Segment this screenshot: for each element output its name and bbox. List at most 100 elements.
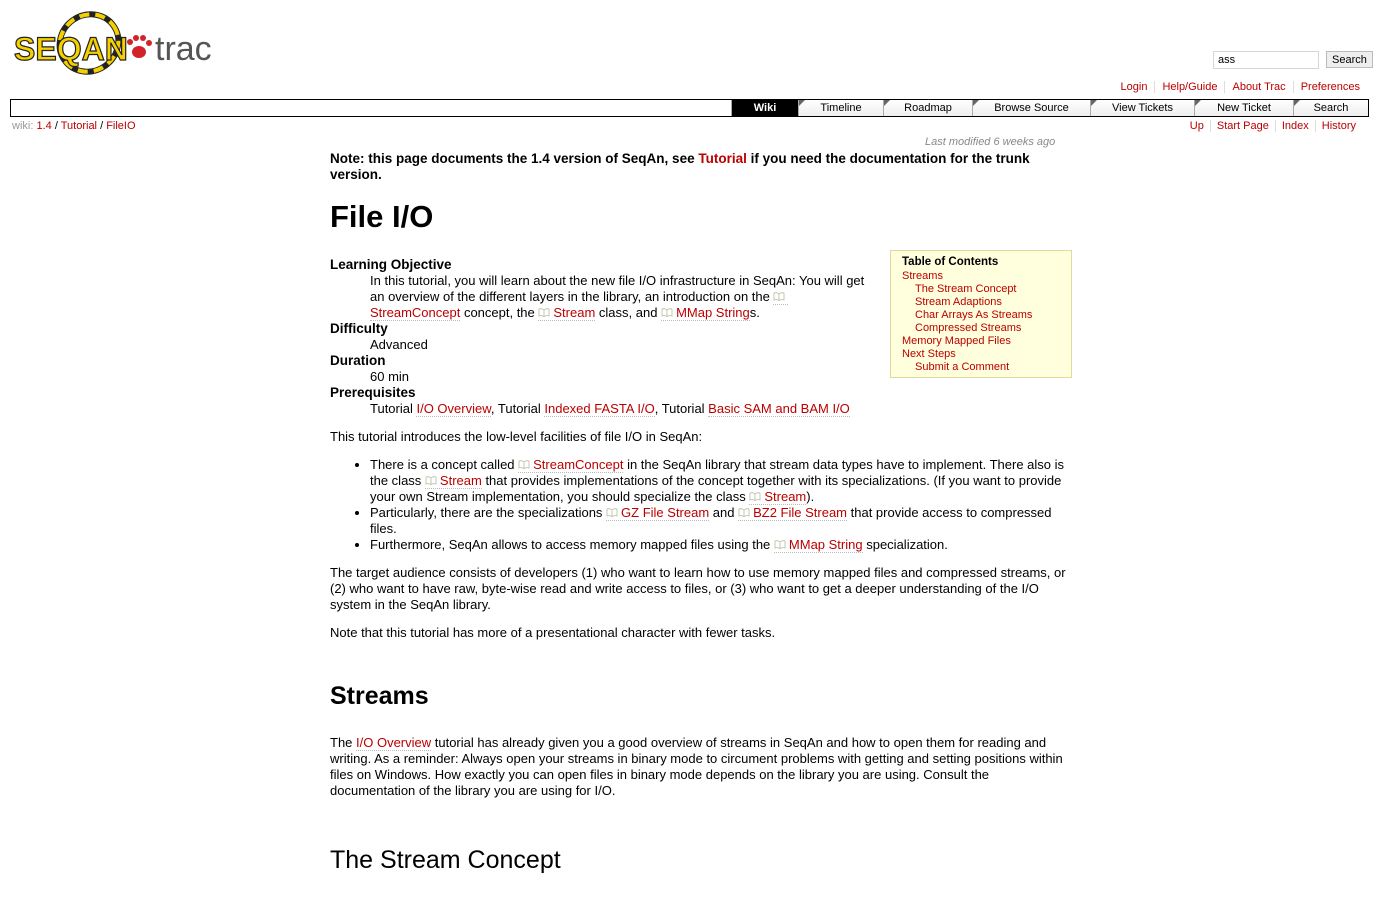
stream-link[interactable]: Stream: [749, 489, 807, 505]
breadcrumb: wiki: 1.4 / Tutorial / FileIO: [12, 120, 136, 132]
prerequisites-value: Tutorial I/O Overview, Tutorial Indexed …: [370, 401, 1070, 417]
text: specialization.: [862, 537, 948, 552]
last-modified: Last modified 6 weeks ago: [925, 136, 1056, 148]
text: s.: [749, 305, 760, 320]
tab-wiki[interactable]: Wiki: [731, 100, 798, 116]
about-trac-link[interactable]: About Trac: [1224, 81, 1292, 93]
link-text: GZ File Stream: [621, 505, 710, 520]
link-text: Stream: [553, 305, 596, 320]
tab-label: Wiki: [753, 102, 777, 114]
version-note: Note: this page documents the 1.4 versio…: [330, 151, 1070, 183]
search-input[interactable]: [1213, 51, 1319, 69]
preferences-link[interactable]: Preferences: [1292, 81, 1367, 93]
tab-browse-source[interactable]: Browse Source: [972, 100, 1090, 116]
tab-label: Search: [1313, 102, 1349, 114]
text: tutorial has already given you a good ov…: [330, 735, 1063, 798]
note-text: Note: this page documents the 1.4 versio…: [330, 151, 699, 166]
link-text: MMap String: [676, 305, 750, 320]
logo-text-seqan: SEQAN: [14, 31, 128, 67]
book-icon: [661, 308, 673, 317]
stream-concept-heading: The Stream Concept: [330, 846, 561, 874]
book-icon: [774, 292, 785, 301]
difficulty-label: Difficulty: [330, 321, 388, 336]
io-overview-link[interactable]: I/O Overview: [356, 735, 432, 751]
text: There is a concept called: [370, 457, 519, 472]
tutorial-link[interactable]: Tutorial: [698, 151, 747, 166]
tab-roadmap[interactable]: Roadmap: [883, 100, 972, 116]
tab-view-tickets[interactable]: View Tickets: [1090, 100, 1194, 116]
duration-value: 60 min: [370, 369, 410, 384]
stream-link[interactable]: Stream: [424, 473, 482, 489]
stream-concept-link[interactable]: StreamConcept: [518, 457, 624, 473]
seqan-trac-logo[interactable]: SEQAN trac: [14, 8, 229, 92]
link-text: Stream: [764, 489, 807, 504]
tab-timeline[interactable]: Timeline: [798, 100, 883, 116]
io-overview-link[interactable]: I/O Overview: [416, 401, 491, 417]
list-item: Particularly, there are the specializati…: [370, 505, 1070, 537]
difficulty-value: Advanced: [370, 337, 428, 352]
objective-text: In this tutorial, you will learn about t…: [370, 273, 870, 321]
main-nav: Wiki Timeline Roadmap Browse Source View…: [10, 99, 1369, 117]
breadcrumb-item-fileio[interactable]: FileIO: [106, 120, 135, 132]
meta-nav: Login Help/Guide About Trac Preferences: [1114, 81, 1367, 93]
history-link[interactable]: History: [1314, 120, 1362, 132]
link-text: StreamConcept: [533, 457, 624, 472]
paw-icon: [127, 35, 152, 58]
breadcrumb-separator: /: [100, 120, 104, 132]
streams-paragraph: The I/O Overview tutorial has already gi…: [330, 735, 1070, 799]
tab-label: New Ticket: [1217, 102, 1271, 114]
tab-label: View Tickets: [1112, 102, 1173, 114]
list-item: There is a concept called StreamConcept …: [370, 457, 1070, 505]
search-form: Search: [1213, 51, 1373, 69]
text: and: [709, 505, 739, 520]
presentational-note: Note that this tutorial has more of a pr…: [330, 625, 776, 640]
breadcrumb-item-1-4[interactable]: 1.4: [36, 120, 51, 132]
gz-file-stream-link[interactable]: GZ File Stream: [606, 505, 710, 521]
tutorial-meta: Learning Objective In this tutorial, you…: [330, 257, 1070, 417]
mmap-string-link[interactable]: MMap String: [661, 305, 750, 321]
stream-link[interactable]: Stream: [538, 305, 596, 321]
breadcrumb-prefix: wiki:: [12, 120, 34, 132]
start-page-link[interactable]: Start Page: [1209, 120, 1275, 132]
book-icon: [425, 476, 437, 485]
up-link[interactable]: Up: [1184, 120, 1210, 132]
streams-heading: Streams: [330, 682, 429, 710]
help-guide-link[interactable]: Help/Guide: [1154, 81, 1224, 93]
basic-sam-bam-io-link[interactable]: Basic SAM and BAM I/O: [708, 401, 850, 417]
link-text: BZ2 File Stream: [753, 505, 848, 520]
duration-label: Duration: [330, 353, 386, 368]
audience-paragraph: The target audience consists of develope…: [330, 565, 1066, 612]
text: Tutorial: [370, 401, 417, 416]
login-link[interactable]: Login: [1114, 81, 1155, 93]
link-text: StreamConcept: [370, 305, 461, 320]
text: Particularly, there are the specializati…: [370, 505, 607, 520]
objective-label: Learning Objective: [330, 257, 452, 272]
text: class, and: [595, 305, 662, 320]
feature-list: There is a concept called StreamConcept …: [330, 457, 1070, 553]
tab-search[interactable]: Search: [1293, 100, 1368, 116]
prerequisites-label: Prerequisites: [330, 385, 416, 400]
text: , Tutorial: [654, 401, 709, 416]
breadcrumb-item-tutorial[interactable]: Tutorial: [61, 120, 97, 132]
tab-new-ticket[interactable]: New Ticket: [1194, 100, 1293, 116]
book-icon: [538, 308, 550, 317]
page-title: File I/O: [330, 199, 434, 234]
search-button[interactable]: Search: [1326, 51, 1373, 68]
text: ).: [806, 489, 815, 504]
context-links: Up Start Page Index History: [1184, 120, 1362, 132]
wiki-content: Note: this page documents the 1.4 versio…: [330, 151, 1070, 875]
tab-label: Browse Source: [994, 102, 1069, 114]
tab-label: Timeline: [820, 102, 862, 114]
text: concept, the: [460, 305, 539, 320]
index-link[interactable]: Index: [1274, 120, 1315, 132]
bz2-file-stream-link[interactable]: BZ2 File Stream: [738, 505, 848, 521]
text: , Tutorial: [490, 401, 545, 416]
book-icon: [749, 492, 761, 501]
mmap-string-link[interactable]: MMap String: [773, 537, 863, 553]
book-icon: [738, 508, 750, 517]
tab-label: Roadmap: [904, 102, 952, 114]
book-icon: [774, 540, 786, 549]
text: In this tutorial, you will learn about t…: [370, 273, 865, 304]
indexed-fasta-io-link[interactable]: Indexed FASTA I/O: [544, 401, 655, 417]
breadcrumb-separator: /: [54, 120, 58, 132]
